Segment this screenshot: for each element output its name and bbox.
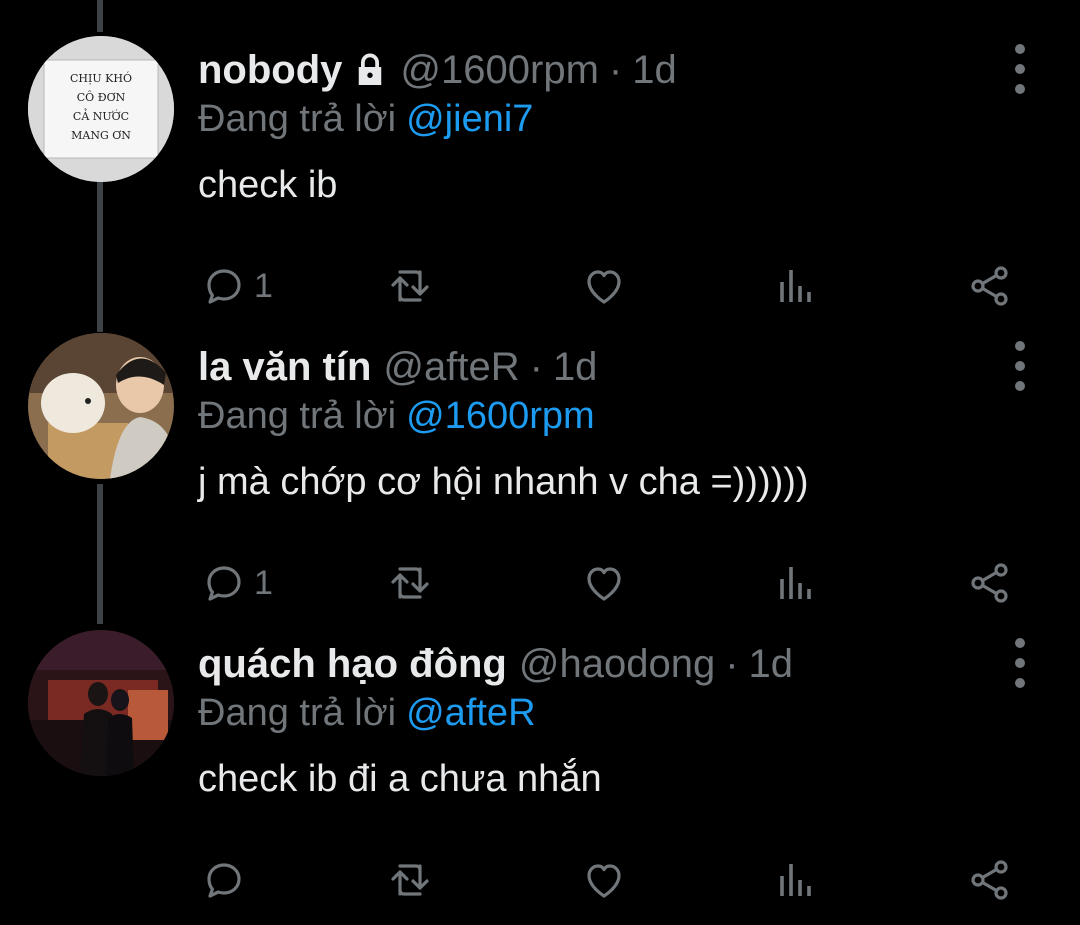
reply-mention[interactable]: @afteR [406, 692, 535, 734]
display-name[interactable]: nobody [198, 48, 342, 93]
svg-text:CÔ ĐƠN: CÔ ĐƠN [77, 90, 126, 104]
share-icon [971, 266, 1008, 306]
svg-text:MANG ƠN: MANG ƠN [71, 129, 131, 142]
share-icon [971, 860, 1008, 900]
reply-prefix: Đang trả lời [198, 98, 397, 140]
tweet-2[interactable]: la văn tín @afteR · 1d Đang trả lời @1600… [0, 333, 1080, 628]
reply-count: 1 [254, 266, 273, 305]
views-icon [780, 864, 811, 896]
svg-text:CHỊU KHÓ: CHỊU KHÓ [70, 71, 132, 85]
reply-context: Đang trả lời @afteR [198, 692, 536, 735]
reply-count: 1 [254, 563, 273, 602]
tweet-header: nobody @1600rpm · 1d [198, 42, 677, 98]
retweet-button[interactable] [386, 553, 434, 613]
more-icon[interactable] [1002, 44, 1038, 94]
tweet-3[interactable]: quách hạo đông @haodong · 1d Đang trả lờ… [0, 630, 1080, 925]
tweet-text: check ib [198, 164, 338, 206]
retweet-icon [391, 270, 429, 302]
share-button[interactable] [966, 850, 1014, 910]
separator: · [725, 641, 739, 686]
display-name[interactable]: la văn tín [198, 345, 371, 390]
views-button[interactable] [772, 850, 820, 910]
tweet-header: quách hạo đông @haodong · 1d [198, 636, 793, 692]
separator: · [529, 344, 543, 389]
avatar[interactable] [28, 333, 174, 479]
svg-text:CẢ NƯỚC: CẢ NƯỚC [73, 108, 129, 123]
tweet-header: la văn tín @afteR · 1d [198, 339, 597, 395]
reply-mention[interactable]: @jieni7 [406, 98, 533, 140]
reply-icon [207, 566, 241, 601]
like-icon [587, 567, 621, 601]
action-bar: 1 [0, 256, 1080, 316]
like-icon [587, 270, 621, 304]
retweet-icon [391, 864, 429, 896]
action-bar: 1 [0, 553, 1080, 613]
reply-context: Đang trả lời @jieni7 [198, 98, 533, 141]
views-icon [780, 270, 811, 302]
timestamp[interactable]: 1d [632, 48, 677, 93]
reply-icon [207, 863, 241, 898]
tweet-text: check ib đi a chưa nhắn [198, 758, 602, 800]
reply-button[interactable]: 1 [200, 256, 273, 316]
like-button[interactable] [580, 256, 628, 316]
retweet-icon [391, 567, 429, 599]
reply-button[interactable] [200, 850, 254, 910]
avatar-photo [28, 630, 174, 776]
avatar-photo [28, 333, 174, 479]
timestamp[interactable]: 1d [749, 642, 794, 687]
thread-line-top [97, 0, 103, 32]
more-icon[interactable] [1002, 341, 1038, 391]
reply-prefix: Đang trả lời [198, 395, 397, 437]
like-icon [587, 864, 621, 898]
handle[interactable]: @1600rpm [400, 48, 598, 93]
reply-context: Đang trả lời @1600rpm [198, 395, 595, 438]
tweet-1[interactable]: CHỊU KHÓ CÔ ĐƠN CẢ NƯỚC MANG ƠN nobody @… [0, 36, 1080, 331]
like-button[interactable] [580, 553, 628, 613]
views-button[interactable] [772, 553, 820, 613]
reply-button[interactable]: 1 [200, 553, 273, 613]
avatar-sign-image: CHỊU KHÓ CÔ ĐƠN CẢ NƯỚC MANG ƠN [28, 36, 174, 182]
tweet-text: j mà chớp cơ hội nhanh v cha =)))))) [198, 461, 809, 503]
reply-mention[interactable]: @1600rpm [406, 395, 595, 437]
reply-prefix: Đang trả lời [198, 692, 397, 734]
like-button[interactable] [580, 850, 628, 910]
handle[interactable]: @haodong [519, 642, 715, 687]
share-icon [971, 563, 1008, 603]
retweet-button[interactable] [386, 850, 434, 910]
action-bar [0, 850, 1080, 910]
retweet-button[interactable] [386, 256, 434, 316]
views-button[interactable] [772, 256, 820, 316]
views-icon [780, 567, 811, 599]
display-name[interactable]: quách hạo đông [198, 642, 507, 687]
more-icon[interactable] [1002, 638, 1038, 688]
avatar[interactable]: CHỊU KHÓ CÔ ĐƠN CẢ NƯỚC MANG ƠN [28, 36, 174, 182]
reply-icon [207, 269, 241, 304]
lock-icon [359, 53, 382, 85]
share-button[interactable] [966, 553, 1014, 613]
timestamp[interactable]: 1d [553, 345, 598, 390]
share-button[interactable] [966, 256, 1014, 316]
handle[interactable]: @afteR [383, 345, 519, 390]
avatar[interactable] [28, 630, 174, 776]
separator: · [608, 47, 623, 92]
